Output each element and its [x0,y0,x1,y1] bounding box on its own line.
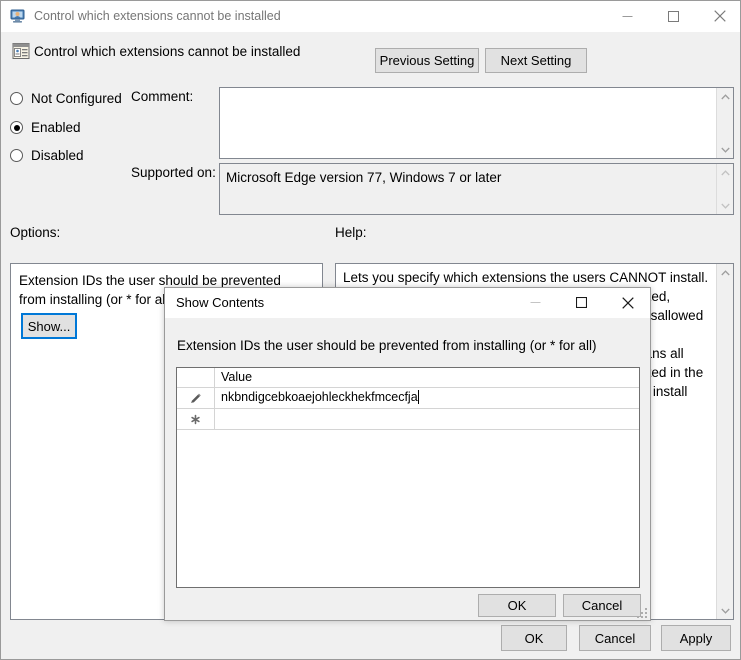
radio-circle-not-configured [10,92,23,105]
chevron-up-icon[interactable] [717,264,733,281]
chevron-up-icon[interactable] [717,88,733,105]
chevron-down-icon[interactable] [717,141,733,158]
window-maximize-button[interactable] [651,1,696,31]
window-minimize-button[interactable] [605,1,650,31]
show-button[interactable]: Show... [21,313,77,339]
next-setting-button[interactable]: Next Setting [485,48,587,73]
computer-policy-icon [10,8,27,25]
policy-setting-icon [12,42,30,60]
previous-setting-button[interactable]: Previous Setting [375,48,479,73]
help-scrollbar[interactable] [716,264,733,619]
dialog-cancel-button[interactable]: Cancel [563,594,641,617]
radio-disabled[interactable]: Disabled [10,148,84,163]
grid-cell-value-text: nkbndigcebkoaejohleckhekfmcecfja [221,390,418,404]
values-grid[interactable]: Value nkbndigcebkoaejohleckhekfmcecfja [176,367,640,588]
grid-header-value: Value [221,370,253,384]
show-contents-dialog: Show Contents Extension IDs the user sho… [164,287,651,621]
supported-on-value: Microsoft Edge version 77, Windows 7 or … [226,170,502,185]
table-row[interactable]: nkbndigcebkoaejohleckhekfmcecfja [177,388,639,409]
radio-label-disabled: Disabled [31,148,84,163]
options-section-label: Options: [10,225,61,240]
grid-header-rowindicator-cell [177,368,215,387]
new-row-asterisk-icon [177,409,215,429]
chevron-down-icon[interactable] [717,197,733,214]
window-titlebar: Control which extensions cannot be insta… [1,1,740,32]
supported-on-textarea: Microsoft Edge version 77, Windows 7 or … [219,163,734,215]
cancel-button[interactable]: Cancel [579,625,651,651]
dialog-titlebar: Show Contents [165,288,650,318]
edit-pencil-icon [177,388,215,408]
comment-textarea[interactable] [219,87,734,159]
dialog-maximize-button[interactable] [559,288,604,317]
window-title: Control which extensions cannot be insta… [34,9,281,23]
chevron-down-icon[interactable] [717,602,733,619]
dialog-minimize-button[interactable] [513,288,558,317]
grid-cell-value[interactable]: nkbndigcebkoaejohleckhekfmcecfja [221,390,419,404]
comment-scrollbar[interactable] [716,88,733,158]
apply-button[interactable]: Apply [661,625,731,651]
radio-circle-enabled [10,121,23,134]
radio-label-not-configured: Not Configured [31,91,122,106]
setting-title: Control which extensions cannot be insta… [34,44,301,59]
table-row[interactable] [177,409,639,430]
supported-on-scrollbar[interactable] [716,164,733,214]
resize-grip[interactable] [636,606,648,618]
radio-circle-disabled [10,149,23,162]
group-policy-setting-window: Control which extensions cannot be insta… [0,0,741,660]
dialog-caption: Extension IDs the user should be prevent… [177,338,597,353]
text-caret [417,390,419,404]
radio-enabled[interactable]: Enabled [10,120,81,135]
grid-header-row: Value [177,368,639,388]
radio-label-enabled: Enabled [31,120,81,135]
supported-on-label: Supported on: [131,165,216,180]
help-section-label: Help: [335,225,367,240]
dialog-close-button[interactable] [605,288,650,317]
comment-label: Comment: [131,89,194,104]
dialog-title: Show Contents [176,295,265,310]
dialog-ok-button[interactable]: OK [478,594,556,617]
ok-button[interactable]: OK [501,625,567,651]
window-close-button[interactable] [697,1,740,31]
chevron-up-icon[interactable] [717,164,733,181]
radio-not-configured[interactable]: Not Configured [10,91,122,106]
